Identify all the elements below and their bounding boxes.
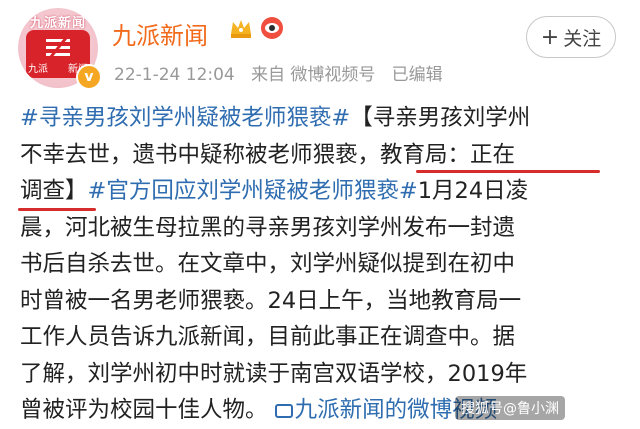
- post-meta: 22-1-24 12:04 来自 微博视频号 已编辑: [114, 60, 443, 85]
- follow-button[interactable]: + 关注: [526, 16, 616, 58]
- weibo-eye-badge-icon[interactable]: [260, 16, 284, 40]
- text-segment: 工作人员告诉九派新闻，目前此事正在调查中。据: [20, 324, 516, 350]
- plus-icon: +: [540, 24, 560, 50]
- text-segment: 【寻亲男孩刘学州: [350, 105, 531, 131]
- edited-label: 已编辑: [391, 65, 443, 85]
- text-line: 调查】#官方回应刘学州疑被老师猥亵#1月24日凌: [20, 173, 625, 210]
- text-segment: 曾被评为校园十佳人物。: [20, 397, 268, 423]
- verified-badge-icon: v: [76, 64, 102, 90]
- text-line: 时曾被一名男老师猥亵。24日上午，当地教育局一: [20, 283, 625, 320]
- text-line: #寻亲男孩刘学州疑被老师猥亵#【寻亲男孩刘学州: [20, 100, 625, 137]
- jiupai-logo-icon: [46, 37, 70, 59]
- text-segment: 晨，河北被生母拉黑的寻亲男孩刘学州发布一封遗: [20, 214, 516, 241]
- hashtag-link[interactable]: #寻亲男孩刘学州疑被老师猥亵#: [20, 105, 350, 131]
- source-link[interactable]: 微博视频号: [290, 65, 375, 85]
- text-line: 不幸去世，遗书中疑称被老师猥亵，教育局：正在: [20, 137, 625, 174]
- video-icon: [274, 404, 293, 418]
- text-line: 晨，河北被生母拉黑的寻亲男孩刘学州发布一封遗: [20, 210, 625, 247]
- crown-badge-icon[interactable]: [228, 16, 254, 40]
- hashtag-link[interactable]: #官方回应刘学州疑被老师猥亵#: [88, 178, 418, 204]
- text-segment: 了解，刘学州初中时就读于南宫双语学校，2019年: [20, 360, 528, 387]
- watermark: 搜狐号@鲁小渊: [455, 396, 565, 420]
- highlight-underline: [416, 170, 600, 173]
- follow-label: 关注: [563, 27, 602, 50]
- text-segment: 不幸去世，遗书中疑称被老师猥亵，教育局：正在: [20, 141, 516, 168]
- from-label: 来自: [250, 65, 285, 85]
- text-line: 了解，刘学州初中时就读于南宫双语学校，2019年: [20, 356, 625, 393]
- text-segment: 书后自杀去世。在文章中，刘学州疑似提到在初中: [20, 251, 516, 277]
- post-datetime: 22-1-24 12:04: [114, 65, 235, 85]
- post-body: #寻亲男孩刘学州疑被老师猥亵#【寻亲男孩刘学州 不幸去世，遗书中疑称被老师猥亵，…: [20, 100, 625, 429]
- highlight-underline: [18, 208, 96, 211]
- text-segment: 1月24日凌: [417, 178, 529, 204]
- author-name[interactable]: 九派新闻: [112, 16, 208, 51]
- text-segment: 调查】: [20, 178, 88, 204]
- text-line: 书后自杀去世。在文章中，刘学州疑似提到在初中: [20, 246, 625, 283]
- post-header: 九派新闻 九派 新闻 v 九派新闻 22-1-24 12:04 来自 微博视频号…: [0, 0, 640, 90]
- avatar-text-left: 九派: [28, 64, 48, 75]
- avatar-caption: 九派新闻: [29, 16, 86, 31]
- text-line: 工作人员告诉九派新闻，目前此事正在调查中。据: [20, 319, 625, 356]
- text-segment: 时曾被一名男老师猥亵。24日上午，当地教育局一: [20, 287, 522, 314]
